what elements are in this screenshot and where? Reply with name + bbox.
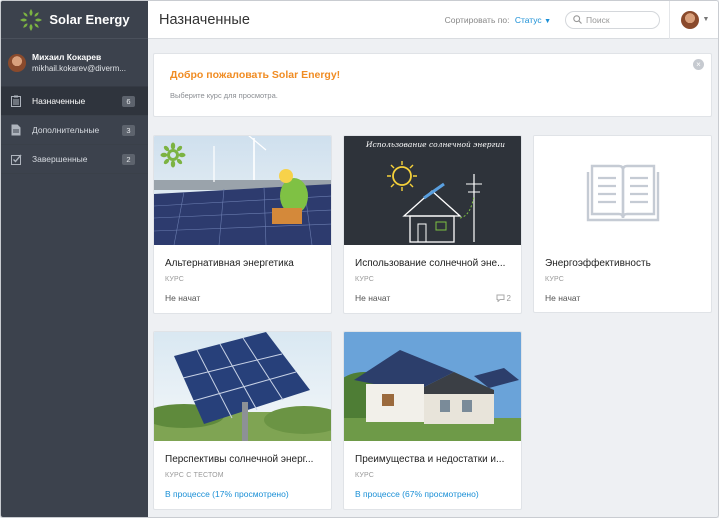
welcome-title: Добро пожаловать Solar Energy!	[170, 69, 341, 81]
count-badge: 3	[122, 124, 135, 136]
status-text: Не начат	[545, 293, 581, 303]
welcome-panel: Добро пожаловать Solar Energy! Выберите …	[153, 53, 712, 117]
course-type: КУРС	[545, 276, 565, 283]
course-type: КУРС	[355, 276, 375, 283]
chevron-down-icon: ▼	[702, 16, 710, 23]
app-window: Solar Energy Михаил Кокарев mikhail.koka…	[0, 0, 719, 518]
sidebar-item-label: Назначенные	[32, 96, 86, 106]
course-image	[154, 332, 331, 441]
sidebar: Solar Energy Михаил Кокарев mikhail.koka…	[1, 1, 148, 517]
top-header: Назначенные Сортировать по: Статус ▼ ▼	[148, 1, 718, 39]
count-badge: 2	[122, 153, 135, 165]
course-title: Альтернативная энергетика	[165, 258, 294, 269]
document-icon	[10, 124, 22, 137]
image-caption: Использование солнечной энергии	[366, 140, 506, 149]
course-title: Использование солнечной эне...	[355, 258, 506, 269]
course-title: Перспективы солнечной энерг...	[165, 454, 314, 465]
close-icon[interactable]: ×	[693, 59, 704, 70]
logo[interactable]: Solar Energy	[1, 1, 148, 39]
sidebar-item-additional[interactable]: Дополнительные 3	[1, 116, 148, 145]
avatar	[680, 10, 699, 29]
search-icon	[573, 15, 582, 24]
course-status: Не начат 2	[355, 293, 521, 303]
course-type: КУРС С ТЕСТОМ	[165, 472, 224, 479]
status-text: Не начат	[355, 293, 391, 303]
chevron-down-icon[interactable]: ▼	[544, 18, 551, 25]
course-card[interactable]: Энергоэффективность КУРС Не начат	[533, 135, 712, 313]
course-status: В процессе (67% просмотрено)	[355, 489, 521, 499]
course-card[interactable]: Использование солнечной энергии Использо…	[343, 135, 522, 314]
clipboard-icon	[10, 95, 22, 108]
course-status: В процессе (17% просмотрено)	[165, 489, 331, 499]
page-title: Назначенные	[159, 11, 250, 28]
course-card[interactable]: Альтернативная энергетика КУРС Не начат	[153, 135, 332, 314]
course-status: Не начат	[165, 293, 331, 303]
course-type: КУРС	[355, 472, 375, 479]
status-text: В процессе (67% просмотрено)	[355, 489, 479, 499]
comment-icon	[496, 294, 505, 302]
sidebar-item-label: Завершенные	[32, 154, 88, 164]
comment-count[interactable]: 2	[496, 293, 511, 303]
checkbox-icon	[10, 153, 22, 166]
sort-control[interactable]: Сортировать по: Статус ▼	[445, 15, 551, 25]
search-input[interactable]	[586, 14, 656, 25]
avatar	[8, 53, 26, 72]
user-email: mikhail.kokarev@diverm...	[32, 64, 126, 73]
course-type: КУРС	[165, 276, 185, 283]
welcome-text: Выберите курс для просмотра.	[170, 91, 278, 100]
app-name: Solar Energy	[49, 12, 130, 27]
user-menu[interactable]: ▼	[670, 10, 718, 29]
sidebar-item-completed[interactable]: Завершенные 2	[1, 145, 148, 174]
status-text: В процессе (17% просмотрено)	[165, 489, 289, 499]
sidebar-nav: Назначенные 6 Дополнительные 3 Завершенн…	[1, 87, 148, 174]
course-image	[534, 136, 711, 245]
sun-logo-icon	[20, 8, 43, 31]
course-title: Преимущества и недостатки и...	[355, 454, 505, 465]
book-icon	[586, 164, 660, 222]
course-image	[154, 136, 331, 245]
search-box[interactable]	[565, 10, 660, 29]
sidebar-item-assigned[interactable]: Назначенные 6	[1, 87, 148, 116]
status-text: Не начат	[165, 293, 201, 303]
sort-label: Сортировать по:	[444, 14, 510, 25]
course-card[interactable]: Преимущества и недостатки и... КУРС В пр…	[343, 331, 522, 510]
course-image	[344, 332, 521, 441]
sort-value[interactable]: Статус	[515, 15, 542, 25]
course-title: Энергоэффективность	[545, 258, 651, 269]
user-profile[interactable]: Михаил Кокарев mikhail.kokarev@diverm...	[1, 39, 148, 87]
count-badge: 6	[122, 95, 135, 107]
comment-count-value: 2	[506, 293, 511, 303]
user-name: Михаил Кокарев	[32, 52, 102, 62]
course-card[interactable]: Перспективы солнечной энерг... КУРС С ТЕ…	[153, 331, 332, 510]
course-status: Не начат	[545, 293, 711, 303]
course-image: Использование солнечной энергии	[344, 136, 521, 245]
sidebar-item-label: Дополнительные	[32, 125, 100, 135]
